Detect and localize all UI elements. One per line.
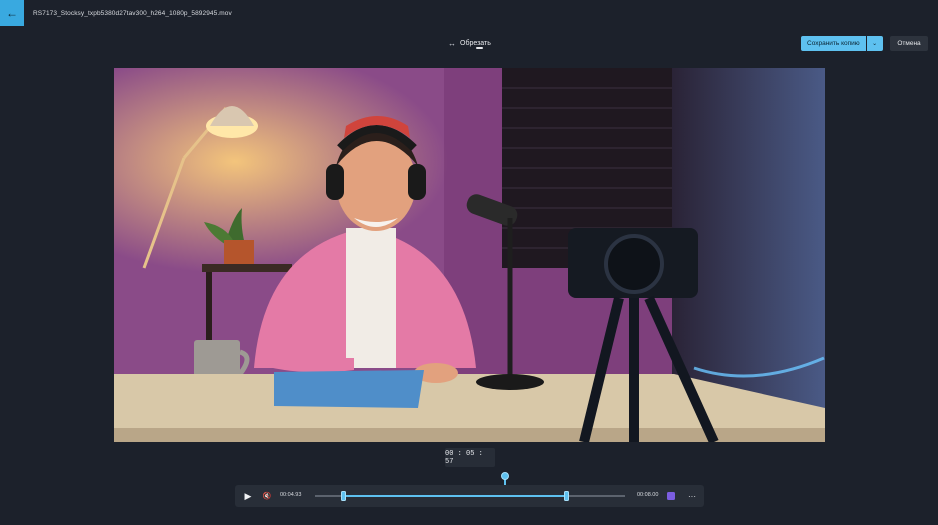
trim-start-time: 00:04.93 bbox=[280, 492, 302, 498]
file-name: RS7173_Stocksy_txpb5380d27tav300_h264_10… bbox=[33, 9, 232, 17]
clip-icon[interactable] bbox=[667, 492, 675, 500]
playhead-handle[interactable] bbox=[501, 472, 509, 480]
video-preview[interactable] bbox=[114, 68, 825, 442]
back-button[interactable]: ← bbox=[0, 0, 24, 26]
more-options-button[interactable]: ··· bbox=[686, 489, 698, 503]
video-frame-image bbox=[114, 68, 825, 442]
arrow-left-icon: ← bbox=[6, 6, 18, 20]
title-bar: ← RS7173_Stocksy_txpb5380d27tav300_h264_… bbox=[0, 0, 938, 26]
mute-button[interactable]: 🔇 bbox=[261, 490, 273, 502]
more-icon: ··· bbox=[688, 491, 696, 501]
trim-icon: ↔ bbox=[448, 38, 456, 48]
trim-selection bbox=[343, 495, 566, 497]
playback-controls: ▶ 🔇 00:04.93 00:08.00 ··· bbox=[235, 485, 704, 507]
trim-end-handle[interactable] bbox=[564, 491, 569, 501]
tab-trim[interactable]: ↔ Обрезать bbox=[448, 35, 491, 51]
play-icon: ▶ bbox=[244, 490, 252, 501]
save-options-button[interactable]: ⌄ bbox=[866, 36, 883, 51]
chevron-down-icon: ⌄ bbox=[872, 41, 878, 47]
tab-indicator bbox=[476, 47, 483, 49]
current-time-display: 00 : 05 : 57 bbox=[445, 448, 495, 467]
cancel-button[interactable]: Отмена bbox=[890, 36, 928, 51]
mute-icon: 🔇 bbox=[262, 493, 272, 500]
tab-trim-label: Обрезать bbox=[460, 39, 491, 47]
trim-end-time: 00:08.00 bbox=[637, 492, 659, 498]
play-button[interactable]: ▶ bbox=[242, 490, 254, 502]
save-split-button: Сохранить копию ⌄ bbox=[801, 36, 883, 51]
save-copy-button[interactable]: Сохранить копию bbox=[801, 36, 866, 51]
trim-start-handle[interactable] bbox=[341, 491, 346, 501]
